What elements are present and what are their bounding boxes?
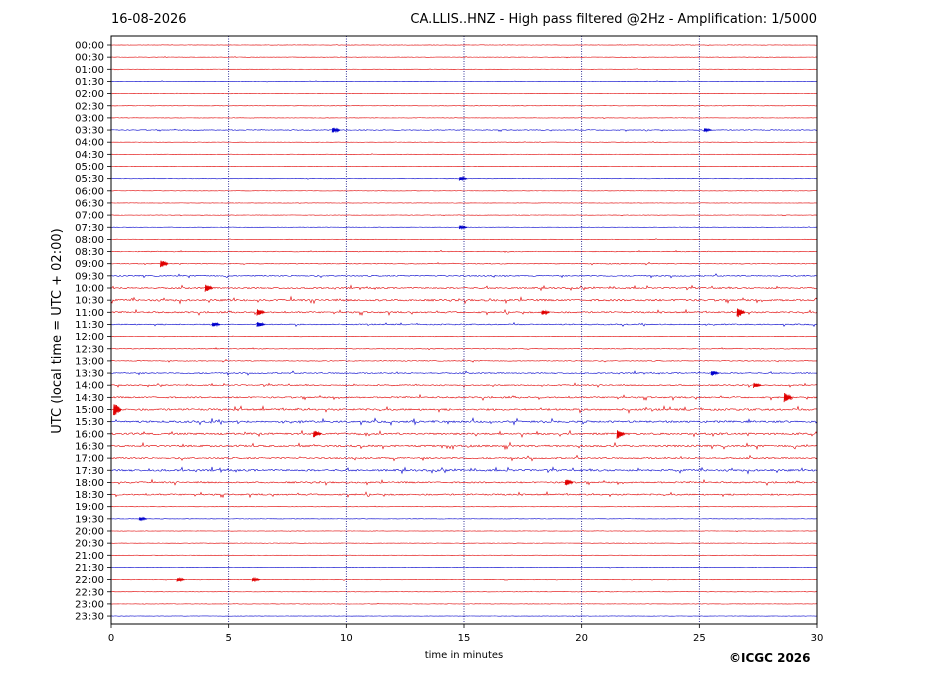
row-tick-label: 18:30 xyxy=(75,490,104,501)
row-tick-label: 15:00 xyxy=(75,405,104,416)
x-tick-label: 20 xyxy=(575,633,588,644)
event-spike xyxy=(703,127,713,133)
row-tick-label: 23:30 xyxy=(75,612,104,623)
row-tick-label: 07:00 xyxy=(75,211,104,222)
row-tick-label: 16:30 xyxy=(75,441,104,452)
x-tick-label: 30 xyxy=(811,633,824,644)
trace-row-2130 xyxy=(110,566,818,569)
event-spike xyxy=(753,382,762,389)
row-tick-label: 17:30 xyxy=(75,466,104,477)
event-spike xyxy=(783,393,793,403)
row-tick-group: 00:0000:3001:0001:3002:0002:3003:00 03:30… xyxy=(75,41,111,623)
trace-row-0700 xyxy=(110,214,818,217)
row-tick-label: 08:00 xyxy=(75,235,104,246)
event-spike xyxy=(159,260,169,268)
row-tick-label: 13:30 xyxy=(75,369,104,380)
event-spike xyxy=(112,404,122,416)
x-tick-label: 5 xyxy=(225,633,231,644)
event-spike xyxy=(736,308,746,318)
row-tick-label: 19:00 xyxy=(75,502,104,513)
x-tick-label: 15 xyxy=(458,633,471,644)
row-tick-label: 04:00 xyxy=(75,138,104,149)
event-spike xyxy=(616,430,626,439)
row-tick-label: 21:30 xyxy=(75,563,104,574)
row-tick-label: 16:00 xyxy=(75,429,104,440)
trace-row-1030 xyxy=(110,295,818,305)
row-tick-label: 11:30 xyxy=(75,320,104,331)
event-spike xyxy=(211,321,221,328)
row-tick-label: 12:00 xyxy=(75,332,104,343)
row-tick-label: 00:30 xyxy=(75,53,104,64)
row-tick-label: 02:30 xyxy=(75,101,104,112)
row-tick-label: 22:00 xyxy=(75,575,104,586)
event-spike xyxy=(458,176,468,182)
x-axis-label: time in minutes xyxy=(424,650,504,661)
copyright-label: ©ICGC 2026 xyxy=(729,651,811,665)
helicorder-page: 16-08-2026 CA.LLIS..HNZ - High pass filt… xyxy=(0,0,927,696)
vertical-gridlines xyxy=(228,36,700,624)
row-tick-label: 11:00 xyxy=(75,308,104,319)
row-tick-label: 13:00 xyxy=(75,356,104,367)
event-spike xyxy=(138,516,148,522)
x-tick-group: 0 5 10 15 20 25 30 xyxy=(108,624,824,644)
trace-row-2100 xyxy=(110,554,818,557)
trace-row-0630 xyxy=(110,202,818,204)
trace-row-0300 xyxy=(110,117,818,119)
row-tick-label: 18:00 xyxy=(75,478,104,489)
row-tick-label: 02:00 xyxy=(75,89,104,100)
event-spike xyxy=(176,576,185,582)
trace-row-1730 xyxy=(110,466,818,475)
row-tick-label: 03:30 xyxy=(75,126,104,137)
row-tick-label: 12:30 xyxy=(75,344,104,355)
row-tick-label: 22:30 xyxy=(75,587,104,598)
y-axis-label: UTC (local time = UTC + 02:00) xyxy=(50,228,65,434)
row-tick-label: 23:00 xyxy=(75,599,104,610)
row-tick-label: 14:30 xyxy=(75,393,104,404)
x-tick-label: 0 xyxy=(108,633,114,644)
event-spike xyxy=(458,225,468,231)
row-tick-label: 07:30 xyxy=(75,223,104,234)
row-tick-label: 08:30 xyxy=(75,247,104,258)
row-tick-label: 20:30 xyxy=(75,539,104,550)
row-tick-label: 05:00 xyxy=(75,162,104,173)
row-tick-label: 21:00 xyxy=(75,551,104,562)
event-spike xyxy=(256,309,266,316)
row-tick-label: 06:30 xyxy=(75,198,104,209)
x-tick-label: 10 xyxy=(340,633,353,644)
row-tick-label: 19:30 xyxy=(75,514,104,525)
event-spike xyxy=(256,321,265,327)
row-tick-label: 09:30 xyxy=(75,271,104,282)
row-tick-label: 09:00 xyxy=(75,259,104,270)
row-tick-label: 14:00 xyxy=(75,381,104,392)
event-spike xyxy=(564,479,574,486)
row-tick-label: 20:00 xyxy=(75,527,104,538)
x-tick-label: 25 xyxy=(693,633,706,644)
row-tick-label: 15:30 xyxy=(75,417,104,428)
row-tick-label: 10:00 xyxy=(75,284,104,295)
row-tick-label: 00:00 xyxy=(75,41,104,52)
event-spike xyxy=(710,370,720,376)
row-tick-label: 04:30 xyxy=(75,150,104,161)
row-tick-label: 01:30 xyxy=(75,77,104,88)
row-tick-label: 05:30 xyxy=(75,174,104,185)
row-tick-label: 17:00 xyxy=(75,454,104,465)
row-tick-label: 10:30 xyxy=(75,296,104,307)
row-tick-label: 01:00 xyxy=(75,65,104,76)
row-tick-label: 03:00 xyxy=(75,113,104,124)
trace-row-0000 xyxy=(111,44,818,46)
row-tick-label: 06:00 xyxy=(75,186,104,197)
event-spike xyxy=(312,430,322,438)
trace-group xyxy=(110,44,818,617)
event-spike xyxy=(251,576,261,583)
event-spike xyxy=(204,284,214,292)
event-spike xyxy=(331,127,341,133)
helicorder-chart: 00:0000:3001:0001:3002:0002:3003:00 03:30… xyxy=(75,35,824,644)
